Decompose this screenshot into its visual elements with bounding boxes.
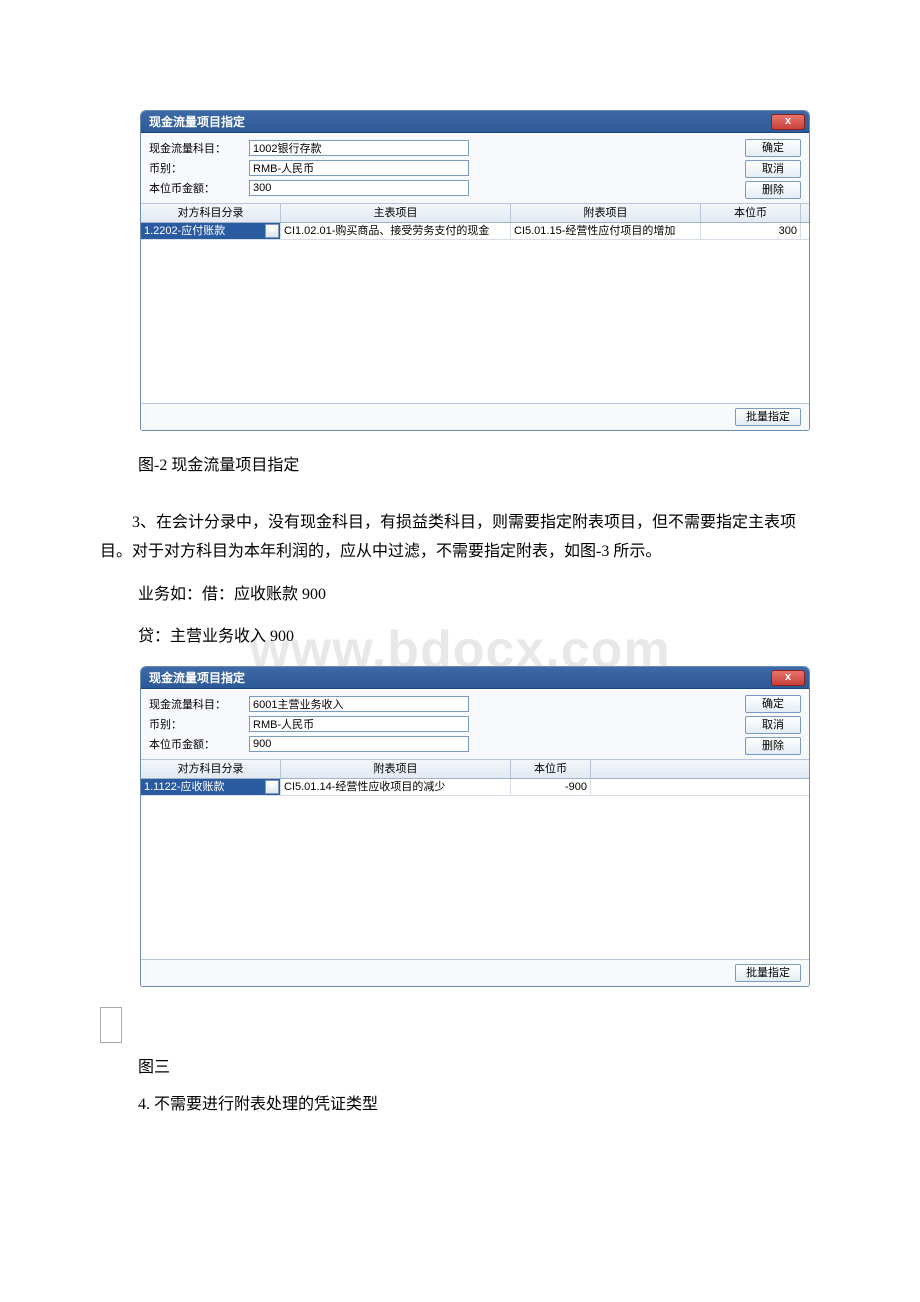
cancel-button[interactable]: 取消: [745, 160, 801, 178]
currency-label: 币别：: [149, 160, 249, 176]
chevron-down-icon[interactable]: ▼: [265, 224, 279, 238]
cell-sub-item[interactable]: CI5.01.15-经营性应付项目的增加: [511, 223, 701, 239]
dialog-title: 现金流量项目指定: [149, 669, 245, 686]
table-row[interactable]: 1.1122-应收账款 ▼ CI5.01.14-经营性应收项目的减少 -900: [141, 779, 809, 796]
table-row[interactable]: 1.2202-应付账款 ▼ CI1.02.01-购买商品、接受劳务支付的现金 C…: [141, 223, 809, 240]
currency-label: 币别：: [149, 716, 249, 732]
cell-main-item[interactable]: CI1.02.01-购买商品、接受劳务支付的现金: [281, 223, 511, 239]
paragraph-debit: 业务如：借：应收账款 900: [100, 581, 820, 610]
ok-button[interactable]: 确定: [745, 695, 801, 713]
col-counter-subject[interactable]: 对方科目分录: [141, 760, 281, 778]
subject-input[interactable]: [249, 140, 469, 156]
amount-label: 本位币金额：: [149, 180, 249, 196]
cell-amount[interactable]: 300: [701, 223, 801, 239]
currency-input[interactable]: [249, 160, 469, 176]
col-sub-item[interactable]: 附表项目: [511, 204, 701, 222]
delete-button[interactable]: 删除: [745, 737, 801, 755]
chevron-down-icon[interactable]: ▼: [265, 780, 279, 794]
close-icon[interactable]: x: [771, 670, 805, 686]
titlebar: 现金流量项目指定 x: [141, 667, 809, 689]
col-counter-subject[interactable]: 对方科目分录: [141, 204, 281, 222]
amount-input[interactable]: [249, 736, 469, 752]
currency-input[interactable]: [249, 716, 469, 732]
cell-sub-item[interactable]: CI5.01.14-经营性应收项目的减少: [281, 779, 511, 795]
paragraph-credit: 贷：主营业务收入 900: [100, 623, 820, 652]
data-grid: 对方科目分录 主表项目 附表项目 本位币 1.2202-应付账款 ▼ CI1.0…: [141, 203, 809, 403]
subject-label: 现金流量科目：: [149, 140, 249, 156]
cashflow-dialog-1: 现金流量项目指定 x 现金流量科目： 币别： 本位币金额： 确定: [140, 110, 810, 431]
paragraph-3: 3、在会计分录中，没有现金科目，有损益类科目，则需要指定附表项目，但不需要指定主…: [100, 509, 820, 567]
amount-label: 本位币金额：: [149, 736, 249, 752]
dialog-title: 现金流量项目指定: [149, 113, 245, 130]
ok-button[interactable]: 确定: [745, 139, 801, 157]
cell-counter-subject[interactable]: 1.1122-应收账款 ▼: [141, 779, 281, 795]
titlebar: 现金流量项目指定 x: [141, 111, 809, 133]
subject-input[interactable]: [249, 696, 469, 712]
col-main-item[interactable]: 主表项目: [281, 204, 511, 222]
col-base-currency[interactable]: 本位币: [511, 760, 591, 778]
cashflow-dialog-2: 现金流量项目指定 x 现金流量科目： 币别： 本位币金额： 确定: [140, 666, 810, 987]
col-base-currency[interactable]: 本位币: [701, 204, 801, 222]
figure-caption-3: 图三: [138, 1053, 820, 1077]
subject-label: 现金流量科目：: [149, 696, 249, 712]
batch-assign-button[interactable]: 批量指定: [735, 408, 801, 426]
data-grid: 对方科目分录 附表项目 本位币 1.1122-应收账款 ▼ CI5.01.14-…: [141, 759, 809, 959]
figure-caption-2: 图-2 现金流量项目指定: [138, 451, 820, 475]
delete-button[interactable]: 删除: [745, 181, 801, 199]
cell-amount[interactable]: -900: [511, 779, 591, 795]
amount-input[interactable]: [249, 180, 469, 196]
col-sub-item[interactable]: 附表项目: [281, 760, 511, 778]
batch-assign-button[interactable]: 批量指定: [735, 964, 801, 982]
cell-counter-subject[interactable]: 1.2202-应付账款 ▼: [141, 223, 281, 239]
cancel-button[interactable]: 取消: [745, 716, 801, 734]
placeholder-box: [100, 1007, 122, 1043]
close-icon[interactable]: x: [771, 114, 805, 130]
paragraph-4: 4. 不需要进行附表处理的凭证类型: [100, 1091, 820, 1120]
